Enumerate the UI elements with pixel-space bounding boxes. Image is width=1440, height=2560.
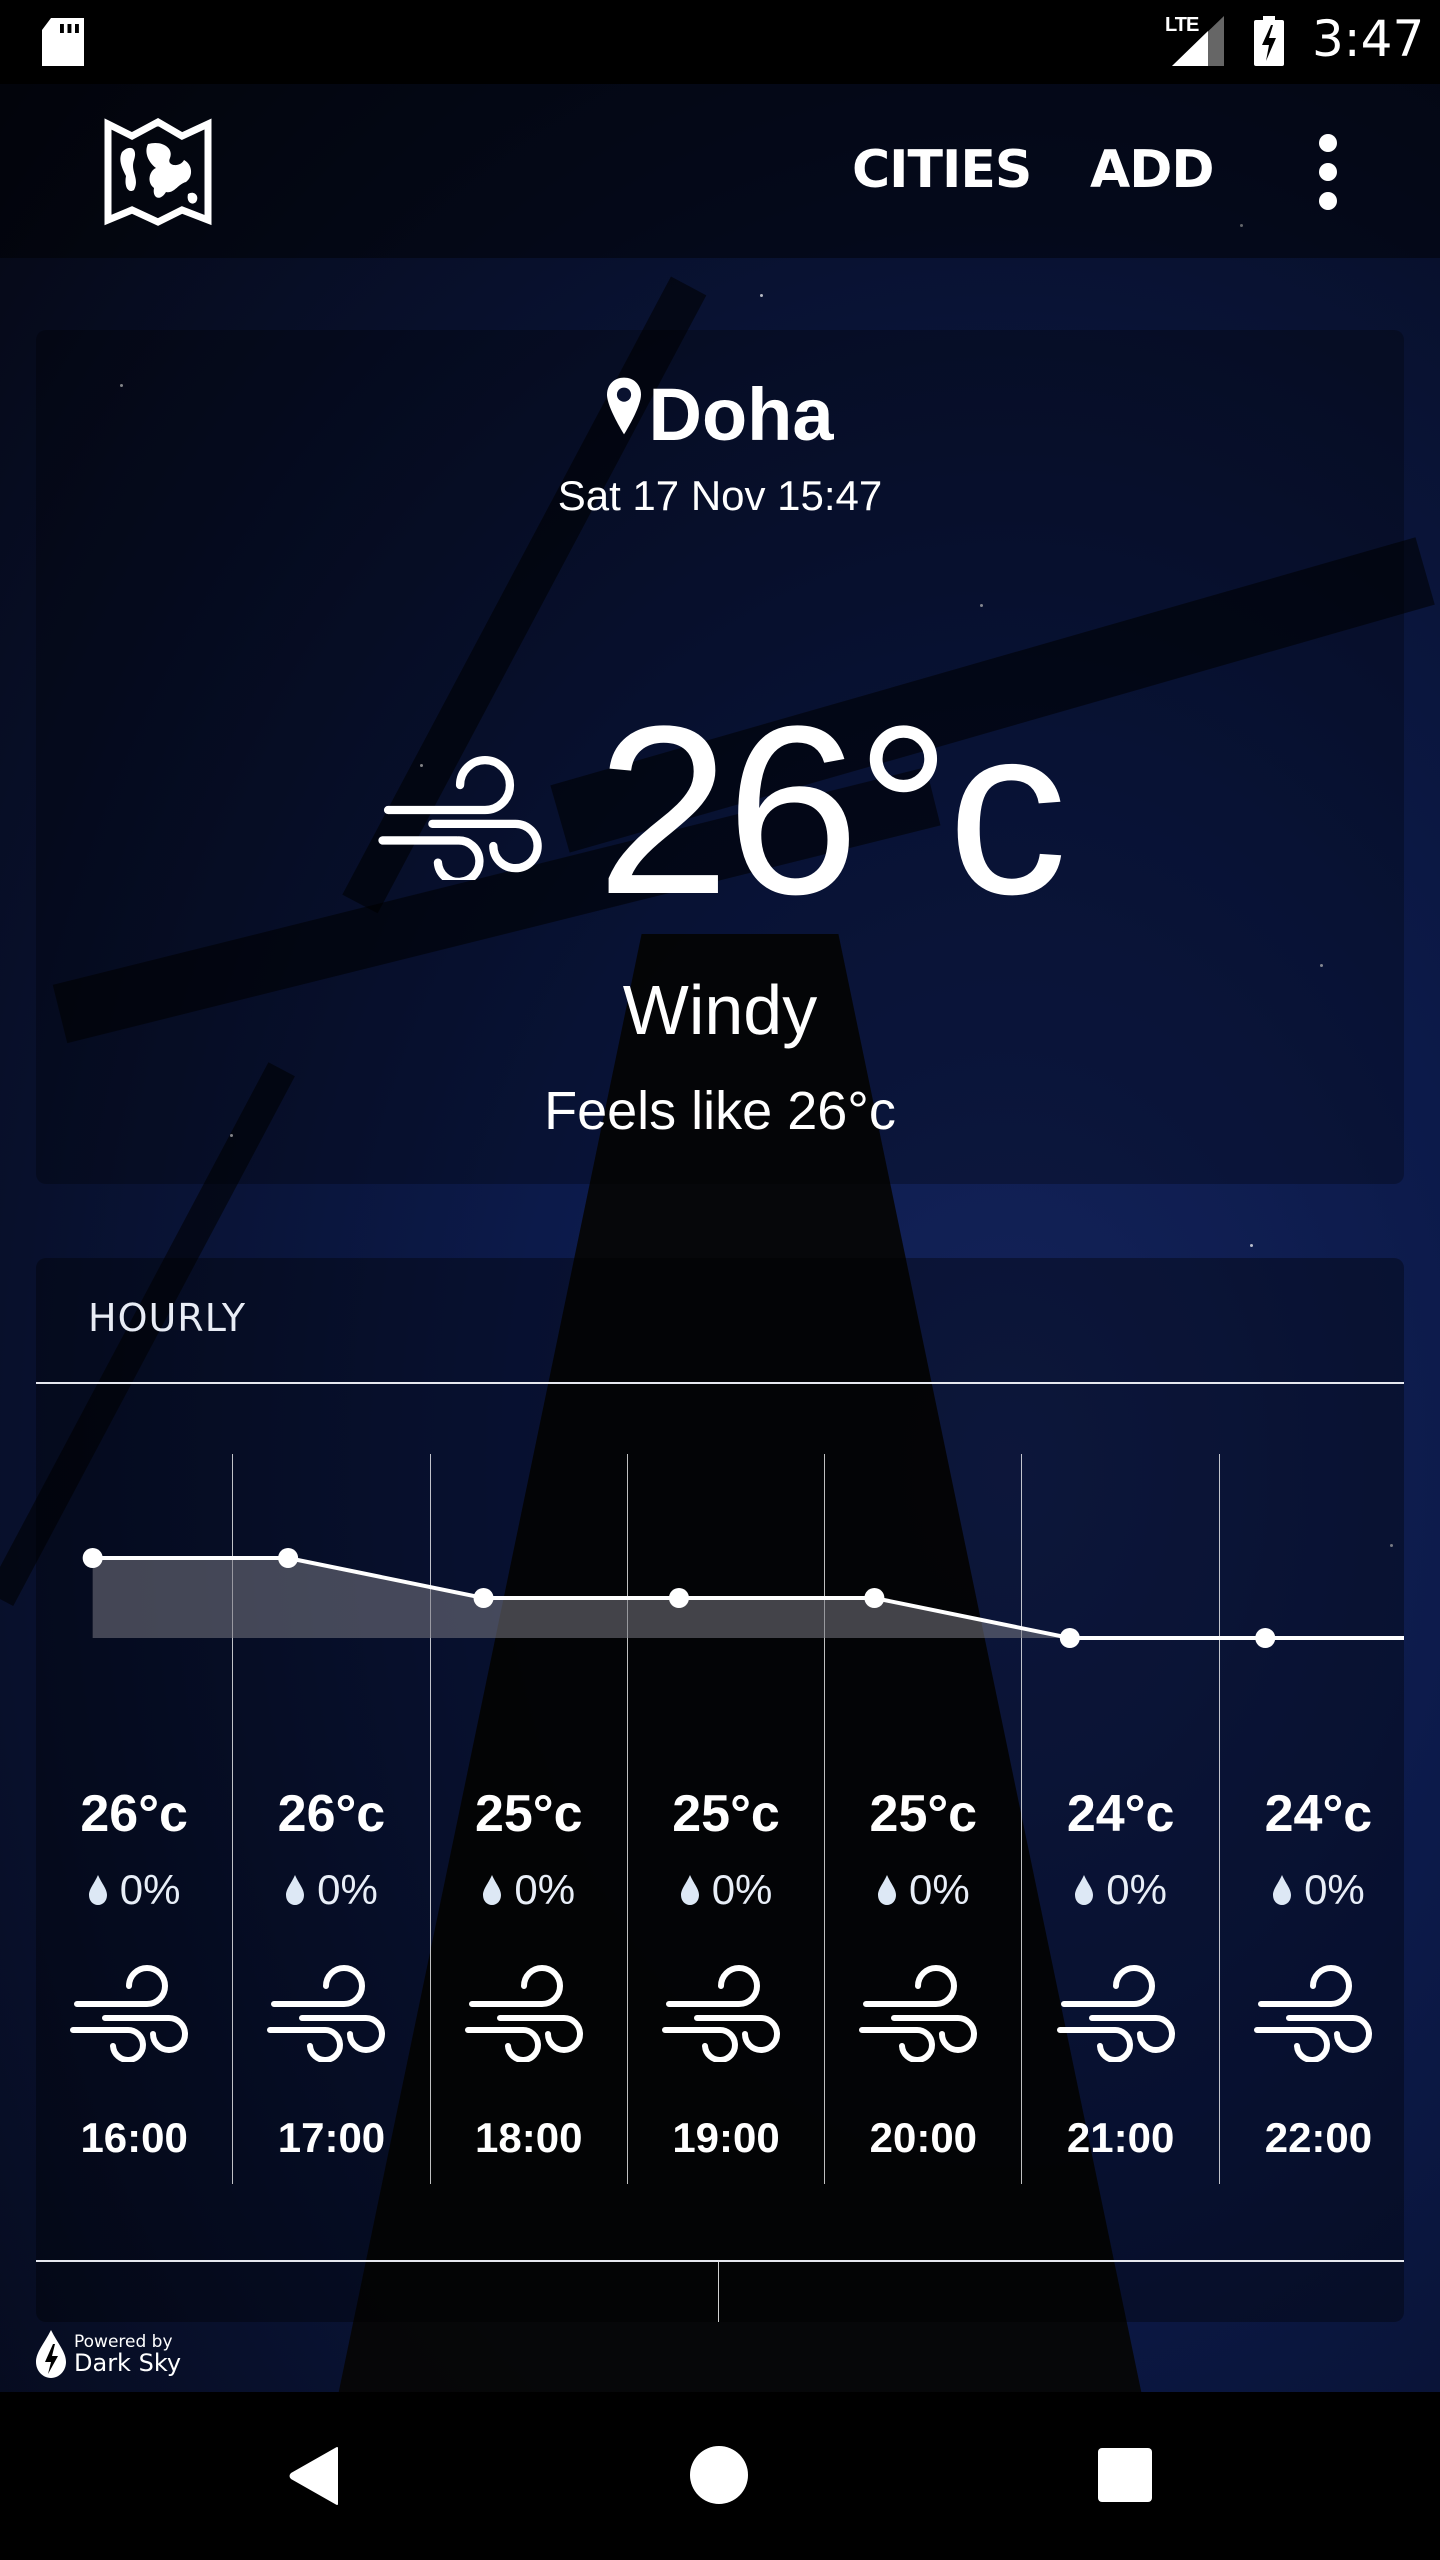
- temperature-row: 26°c: [36, 690, 1404, 930]
- city-name: Doha: [648, 373, 834, 456]
- powered-by-label: Powered by: [74, 2331, 173, 2352]
- dark-sky-label: Dark Sky: [74, 2348, 182, 2377]
- system-nav-bar: [0, 2392, 1440, 2560]
- chart-point-2200: [1255, 1628, 1276, 1648]
- chart-point-1900: [668, 1588, 689, 1608]
- location-row: Doha: [36, 372, 1404, 457]
- chart-point-2100: [1059, 1628, 1080, 1648]
- app-bar: CITIES ADD: [0, 84, 1440, 258]
- powered-by-dark-sky[interactable]: Powered by Dark Sky: [34, 2330, 181, 2378]
- star: [1250, 1244, 1253, 1247]
- status-bar: LTE 3:47: [0, 0, 1440, 84]
- wind-icon: [377, 756, 542, 880]
- battery-charging-icon: [1254, 16, 1284, 66]
- recents-square-icon[interactable]: [1098, 2448, 1152, 2502]
- chart-point-1800: [473, 1588, 494, 1608]
- current-weather-card: Doha Sat 17 Nov 15:47 26°c Windy Feels l…: [36, 330, 1404, 1184]
- chart-point-1600: [82, 1548, 103, 1568]
- hourly-title: HOURLY: [88, 1296, 247, 1340]
- star: [760, 294, 763, 297]
- add-button[interactable]: ADD: [1090, 140, 1215, 200]
- current-temperature: 26°c: [596, 676, 1068, 944]
- dark-sky-logo-icon: [36, 2330, 66, 2378]
- chart-point-1700: [278, 1548, 299, 1568]
- hourly-forecast-card: HOURLY 26°c 0% 16:00 26°c 0% 17:00 25°c 0% 18:00…: [36, 1258, 1404, 2322]
- divider: [718, 2262, 719, 2322]
- status-clock: 3:47: [1312, 10, 1425, 68]
- world-map-icon[interactable]: [104, 118, 212, 226]
- back-triangle-icon[interactable]: [288, 2446, 340, 2506]
- chart-point-2000: [864, 1588, 885, 1608]
- divider: [36, 1382, 1404, 1384]
- divider: [36, 2260, 1404, 2262]
- feels-like: Feels like 26°c: [544, 1081, 896, 1141]
- sd-card-icon: [42, 18, 84, 66]
- current-datetime: Sat 17 Nov 15:47: [557, 472, 883, 519]
- location-pin-icon: [606, 377, 641, 434]
- more-vertical-icon[interactable]: [1310, 134, 1346, 210]
- home-circle-icon[interactable]: [690, 2446, 748, 2504]
- cities-button[interactable]: CITIES: [852, 140, 1032, 200]
- signal-icon: [1172, 16, 1224, 66]
- hourly-temperature-chart: [82, 1548, 1404, 1648]
- condition-summary: Windy: [622, 971, 818, 1049]
